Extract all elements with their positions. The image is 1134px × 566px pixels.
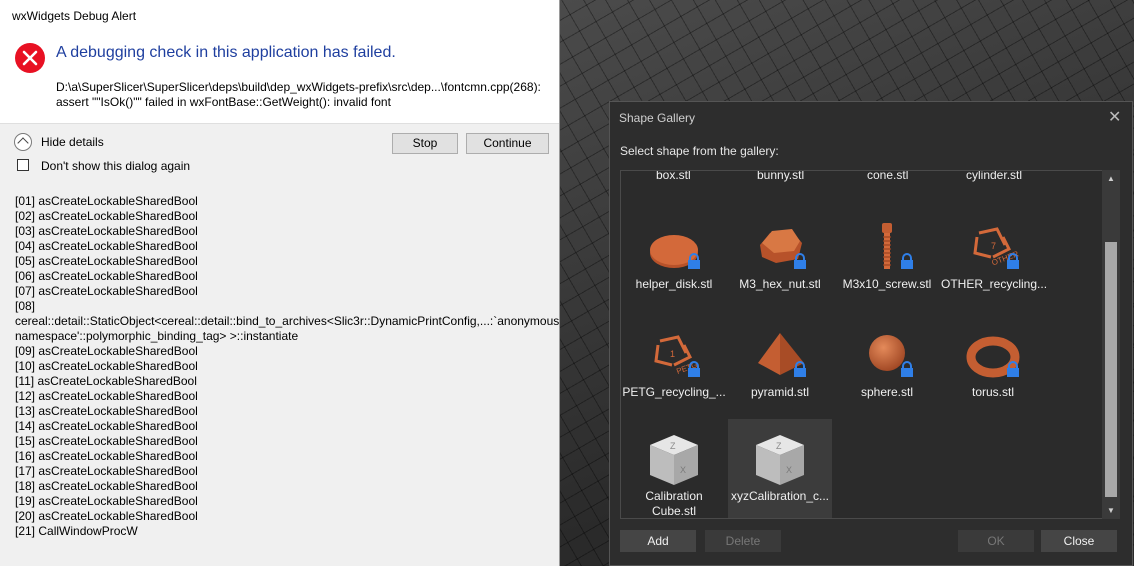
delete-button[interactable]: Delete — [705, 530, 781, 552]
stack-line: [04] asCreateLockableSharedBool — [15, 239, 198, 253]
shape-label: xyzCalibration_c... — [730, 489, 830, 503]
recycling-petg-icon: 1 PETG — [654, 335, 699, 376]
shape-item-sphere[interactable]: sphere.stl — [835, 317, 939, 421]
shape-item-pyramid[interactable]: pyramid.stl — [728, 317, 832, 421]
alert-detail-path: D:\a\SuperSlicer\SuperSlicer\deps\build\… — [56, 80, 541, 94]
shape-item-calibration-cube[interactable]: Z X Calibration Cube.stl — [622, 419, 726, 518]
shape-label: M3x10_screw.stl — [842, 277, 932, 291]
shape-label[interactable]: cone.stl — [867, 171, 908, 182]
stack-line: [13] asCreateLockableSharedBool — [15, 404, 198, 418]
error-icon — [15, 43, 45, 73]
xyz-cube-icon: Z X — [756, 435, 804, 485]
lock-icon — [794, 361, 806, 377]
stack-line: [16] asCreateLockableSharedBool — [15, 449, 198, 463]
alert-title: wxWidgets Debug Alert — [12, 9, 137, 23]
shape-label: pyramid.stl — [750, 385, 809, 399]
shape-item-xyz-calibration[interactable]: Z X xyzCalibration_c... — [728, 419, 832, 518]
shape-label: helper_disk.stl — [635, 277, 713, 291]
gallery-subtitle: Select shape from the gallery: — [620, 144, 779, 158]
lock-icon — [901, 361, 913, 377]
stop-button[interactable]: Stop — [392, 133, 458, 154]
stack-line: [18] asCreateLockableSharedBool — [15, 479, 198, 493]
ok-button[interactable]: OK — [958, 530, 1034, 552]
shape-item-other-recycling[interactable]: 7 OTHER OTHER_recycling... — [941, 209, 1048, 313]
stack-line: [11] asCreateLockableSharedBool — [15, 374, 197, 388]
scrollbar-thumb[interactable] — [1105, 242, 1117, 497]
gallery-scrollbar[interactable]: ▲ ▼ — [1102, 170, 1120, 519]
shape-label: OTHER_recycling... — [941, 277, 1048, 291]
disk-icon — [650, 235, 698, 268]
add-button[interactable]: Add — [620, 530, 696, 552]
stack-line: [08] — [15, 299, 36, 313]
alert-detail: D:\a\SuperSlicer\SuperSlicer\deps\build\… — [56, 80, 551, 110]
svg-text:Z: Z — [776, 441, 782, 451]
calibration-cube-icon: Z X — [650, 435, 698, 485]
stack-line: [10] asCreateLockableSharedBool — [15, 359, 198, 373]
svg-text:X: X — [680, 465, 686, 475]
shape-item-screw[interactable]: M3x10_screw.stl — [835, 209, 939, 313]
pyramid-icon — [758, 333, 804, 375]
continue-button[interactable]: Continue — [466, 133, 549, 154]
shape-label: PETG_recycling_... — [622, 385, 726, 399]
close-icon[interactable]: ✕ — [1108, 107, 1121, 127]
shape-list[interactable]: box.stl bunny.stl cone.stl cylinder.stl … — [620, 170, 1120, 519]
lock-icon — [901, 253, 913, 269]
shape-label: torus.stl — [971, 385, 1014, 399]
stack-line: cereal::detail::StaticObject<cereal::det… — [15, 314, 560, 343]
stack-line: [20] asCreateLockableSharedBool — [15, 509, 198, 523]
shape-gallery-dialog: Shape Gallery ✕ Select shape from the ga… — [609, 101, 1133, 566]
shape-label[interactable]: box.stl — [656, 171, 691, 182]
stack-line: [06] asCreateLockableSharedBool — [15, 269, 198, 283]
stack-line: [15] asCreateLockableSharedBool — [15, 434, 198, 448]
stack-line: [19] asCreateLockableSharedBool — [15, 494, 198, 508]
lock-icon — [688, 361, 700, 377]
shape-label: M3_hex_nut.stl — [739, 277, 821, 291]
collapse-toggle-icon[interactable] — [14, 133, 32, 151]
shape-label[interactable]: bunny.stl — [757, 171, 804, 182]
stack-line: [14] asCreateLockableSharedBool — [15, 419, 198, 433]
debug-alert-dialog: wxWidgets Debug Alert A debugging check … — [0, 0, 560, 566]
svg-text:Z: Z — [670, 441, 676, 451]
gallery-title: Shape Gallery — [619, 111, 696, 125]
recycling-other-icon: 7 OTHER — [973, 227, 1020, 267]
svg-text:X: X — [786, 465, 792, 475]
svg-text:7: 7 — [991, 241, 996, 251]
stack-line: [03] asCreateLockableSharedBool — [15, 224, 198, 238]
shape-item-helper-disk[interactable]: helper_disk.stl — [622, 209, 726, 313]
sphere-icon — [869, 335, 905, 371]
hide-details-link[interactable]: Hide details — [41, 135, 104, 149]
dont-show-label[interactable]: Don't show this dialog again — [41, 159, 190, 173]
scroll-up-icon[interactable]: ▲ — [1107, 174, 1115, 183]
stack-line: [17] asCreateLockableSharedBool — [15, 464, 198, 478]
stack-line: [05] asCreateLockableSharedBool — [15, 254, 198, 268]
screw-icon — [882, 223, 892, 269]
stack-line: [02] asCreateLockableSharedBool — [15, 209, 198, 223]
stack-line: [09] asCreateLockableSharedBool — [15, 344, 198, 358]
lock-icon — [794, 253, 806, 269]
stack-line: [12] asCreateLockableSharedBool — [15, 389, 198, 403]
lock-icon — [688, 253, 700, 269]
dont-show-checkbox[interactable] — [17, 159, 29, 171]
svg-text:1: 1 — [670, 349, 675, 359]
stack-line: [21] CallWindowProcW — [15, 524, 138, 538]
shape-label: Calibration Cube.stl — [645, 489, 703, 518]
torus-icon — [966, 336, 1020, 378]
stack-line: [01] asCreateLockableSharedBool — [15, 194, 198, 208]
hex-nut-icon — [760, 229, 802, 263]
shape-item-petg-recycling[interactable]: 1 PETG PETG_recycling_... — [622, 317, 726, 421]
lock-icon — [1007, 361, 1019, 377]
shape-item-hex-nut[interactable]: M3_hex_nut.stl — [728, 209, 832, 313]
shape-item-torus[interactable]: torus.stl — [941, 317, 1045, 421]
stack-trace: [01] asCreateLockableSharedBool [02] asC… — [15, 194, 560, 539]
stack-line: [07] asCreateLockableSharedBool — [15, 284, 198, 298]
shape-label: sphere.stl — [860, 385, 914, 399]
alert-headline: A debugging check in this application ha… — [56, 44, 396, 61]
close-button[interactable]: Close — [1041, 530, 1117, 552]
scroll-down-icon[interactable]: ▼ — [1107, 506, 1115, 515]
shape-label[interactable]: cylinder.stl — [966, 171, 1022, 182]
lock-icon — [1007, 253, 1019, 269]
alert-detail-assert: assert ""IsOk()"" failed in wxFontBase::… — [56, 95, 391, 109]
